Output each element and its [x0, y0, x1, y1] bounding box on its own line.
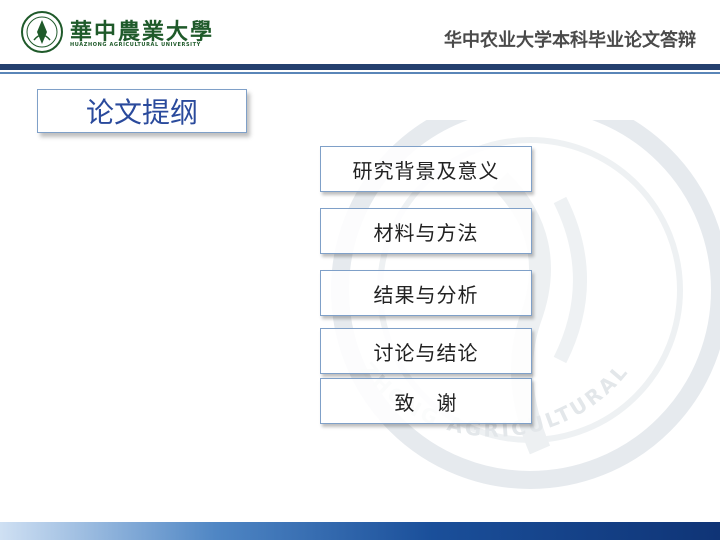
section-title: 论文提纲	[37, 89, 247, 133]
university-logo-icon	[21, 11, 63, 53]
menu-item-discussion-conclusion[interactable]: 讨论与结论	[320, 328, 532, 374]
header-divider	[0, 64, 720, 70]
menu-item-research-background[interactable]: 研究背景及意义	[320, 146, 532, 192]
header-title: 华中农业大学本科毕业论文答辩	[444, 30, 696, 51]
menu-item-results-analysis[interactable]: 结果与分析	[320, 270, 532, 316]
footer-bar	[0, 522, 720, 540]
logo-english-text: HUAZHONG AGRICULTURAL UNIVERSITY	[70, 42, 201, 48]
menu-item-acknowledgements[interactable]: 致 谢	[320, 378, 532, 424]
header: 華中農業大學 HUAZHONG AGRICULTURAL UNIVERSITY …	[0, 0, 720, 62]
header-divider-thin	[0, 72, 720, 74]
menu-item-materials-methods[interactable]: 材料与方法	[320, 208, 532, 254]
